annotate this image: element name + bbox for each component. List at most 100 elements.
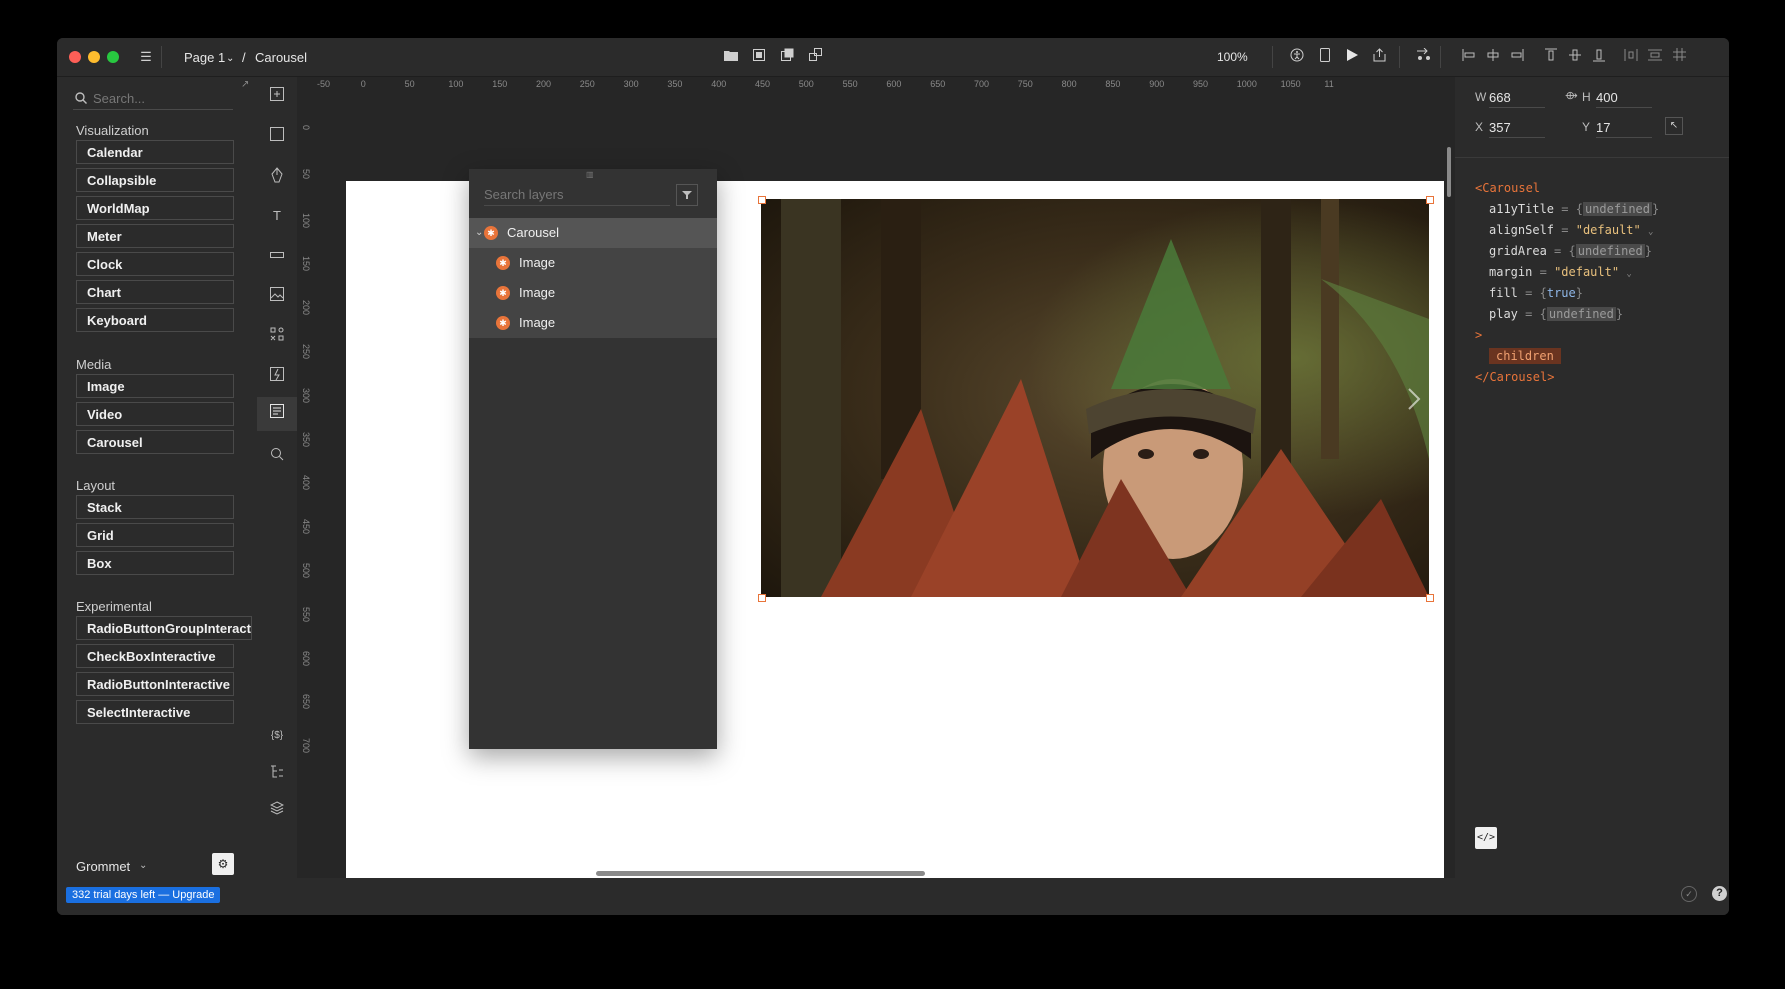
code-prop-value[interactable]: undefined: [1575, 244, 1645, 258]
carousel-image[interactable]: [761, 199, 1429, 597]
component-selectinteractive[interactable]: SelectInteractive: [76, 700, 234, 724]
align-top-icon[interactable]: [1542, 48, 1560, 66]
trial-upgrade-button[interactable]: 332 trial days left — Upgrade: [66, 887, 221, 903]
chevron-down-icon[interactable]: ⌄: [139, 860, 147, 871]
image-tool-icon[interactable]: [268, 287, 286, 305]
menu-icon[interactable]: ☰: [137, 48, 155, 66]
filter-button[interactable]: [676, 184, 698, 206]
search-icon: [75, 92, 87, 104]
folder-icon[interactable]: [722, 48, 740, 66]
selection-handle[interactable]: [1426, 594, 1434, 602]
button-tool-icon[interactable]: [268, 247, 286, 265]
text-tool-icon[interactable]: T: [268, 207, 286, 225]
link-icon[interactable]: ⟴: [1565, 89, 1578, 102]
constraints-icon[interactable]: ↖: [1665, 117, 1683, 135]
pen-tool-icon[interactable]: [268, 167, 286, 185]
share-icon[interactable]: [1370, 48, 1388, 66]
frame-tool-icon[interactable]: [268, 87, 286, 105]
component-keyboard[interactable]: Keyboard: [76, 308, 234, 332]
grid-icon[interactable]: [1670, 48, 1688, 66]
layer-item[interactable]: ⌄ ✱ Carousel: [469, 218, 717, 248]
distribute-h-icon[interactable]: [1622, 48, 1640, 66]
vertical-scrollbar[interactable]: [1447, 147, 1451, 197]
component-calendar[interactable]: Calendar: [76, 140, 234, 164]
component-checkboxinteractive[interactable]: CheckBoxInteractive: [76, 644, 234, 668]
horizontal-scrollbar[interactable]: [596, 871, 925, 876]
code-view-icon[interactable]: </>: [1475, 827, 1497, 849]
selection-handle[interactable]: [1426, 196, 1434, 204]
search-layers-input[interactable]: Search layers: [484, 183, 670, 206]
drag-handle-icon[interactable]: ▥: [586, 170, 594, 179]
search-box[interactable]: Search...: [73, 87, 233, 110]
component-worldmap[interactable]: WorldMap: [76, 196, 234, 220]
children-slot[interactable]: children: [1489, 348, 1561, 364]
library-selector[interactable]: Grommet: [76, 859, 130, 874]
ruler-tick-label: 950: [1193, 79, 1209, 89]
shapes-tool-icon[interactable]: [268, 327, 286, 345]
component-panel-icon[interactable]: [257, 397, 297, 431]
component-chart[interactable]: Chart: [76, 280, 234, 304]
settings-gear-icon[interactable]: ⚙: [212, 853, 234, 875]
components-panel: Search... ↗ Visualization Calendar Colla…: [57, 77, 257, 877]
check-icon[interactable]: ✓: [1681, 886, 1697, 902]
rectangle-tool-icon[interactable]: [268, 127, 286, 145]
chevron-down-icon[interactable]: ⌄: [1648, 227, 1653, 237]
components-icon[interactable]: [806, 48, 824, 66]
component-clock[interactable]: Clock: [76, 252, 234, 276]
component-radiobuttoninteractive[interactable]: RadioButtonInteractive: [76, 672, 234, 696]
component-carousel[interactable]: Carousel: [76, 430, 234, 454]
component-box[interactable]: Box: [76, 551, 234, 575]
x-input[interactable]: 357: [1489, 115, 1545, 138]
close-window-button[interactable]: [69, 51, 81, 63]
distribute-v-icon[interactable]: [1646, 48, 1664, 66]
component-collapsible[interactable]: Collapsible: [76, 168, 234, 192]
minimize-window-button[interactable]: [88, 51, 100, 63]
component-grid[interactable]: Grid: [76, 523, 234, 547]
code-prop-value[interactable]: undefined: [1546, 307, 1616, 321]
page-selector[interactable]: Page 1: [184, 50, 225, 65]
selection-handle[interactable]: [758, 594, 766, 602]
layers-icon[interactable]: [268, 801, 286, 819]
component-image[interactable]: Image: [76, 374, 234, 398]
align-bottom-icon[interactable]: [1590, 48, 1608, 66]
ruler-top: -50 0 50 100 150 200 250 300 350 400 450 500 550 600 6…: [297, 77, 1455, 97]
layer-item[interactable]: ✱ Image: [469, 248, 717, 278]
layer-item[interactable]: ✱ Image: [469, 278, 717, 308]
variables-icon[interactable]: {$}: [268, 727, 286, 745]
height-input[interactable]: 400: [1596, 85, 1652, 108]
x-label: X: [1475, 120, 1484, 134]
tree-icon[interactable]: [268, 765, 286, 783]
interactions-icon[interactable]: [1415, 47, 1433, 66]
y-input[interactable]: 17: [1596, 115, 1652, 138]
help-icon[interactable]: ?: [1712, 886, 1727, 901]
layer-item[interactable]: ✱ Image: [469, 308, 717, 338]
zoom-level[interactable]: 100%: [1217, 50, 1248, 64]
width-input[interactable]: 668: [1489, 85, 1545, 108]
align-left-icon[interactable]: [1460, 48, 1478, 66]
selection-handle[interactable]: [758, 196, 766, 204]
component-meter[interactable]: Meter: [76, 224, 234, 248]
maximize-window-button[interactable]: [107, 51, 119, 63]
duplicate-icon[interactable]: [778, 48, 796, 66]
align-center-h-icon[interactable]: [1484, 48, 1502, 66]
section-media: Media: [76, 357, 112, 372]
code-prop-value[interactable]: undefined: [1582, 202, 1652, 216]
chevron-down-icon[interactable]: ⌄: [475, 218, 483, 248]
device-icon[interactable]: [1316, 48, 1334, 66]
code-prop-value[interactable]: "default": [1576, 223, 1641, 237]
component-radiobuttongroupinteractive[interactable]: RadioButtonGroupInteractive: [76, 616, 252, 640]
expand-icon[interactable]: ↗: [241, 79, 249, 90]
search-icon[interactable]: [268, 447, 286, 465]
align-right-icon[interactable]: [1508, 48, 1526, 66]
interaction-tool-icon[interactable]: [268, 367, 286, 385]
code-prop-value[interactable]: true: [1547, 286, 1576, 300]
component-stack[interactable]: Stack: [76, 495, 234, 519]
chevron-down-icon[interactable]: ⌄: [1626, 269, 1631, 279]
play-icon[interactable]: [1343, 48, 1361, 66]
component-video[interactable]: Video: [76, 402, 234, 426]
chevron-down-icon[interactable]: ⌄: [226, 53, 234, 64]
align-middle-icon[interactable]: [1566, 48, 1584, 66]
code-prop-value[interactable]: "default": [1554, 265, 1619, 279]
page-icon[interactable]: [750, 48, 768, 66]
accessibility-icon[interactable]: [1288, 48, 1306, 66]
